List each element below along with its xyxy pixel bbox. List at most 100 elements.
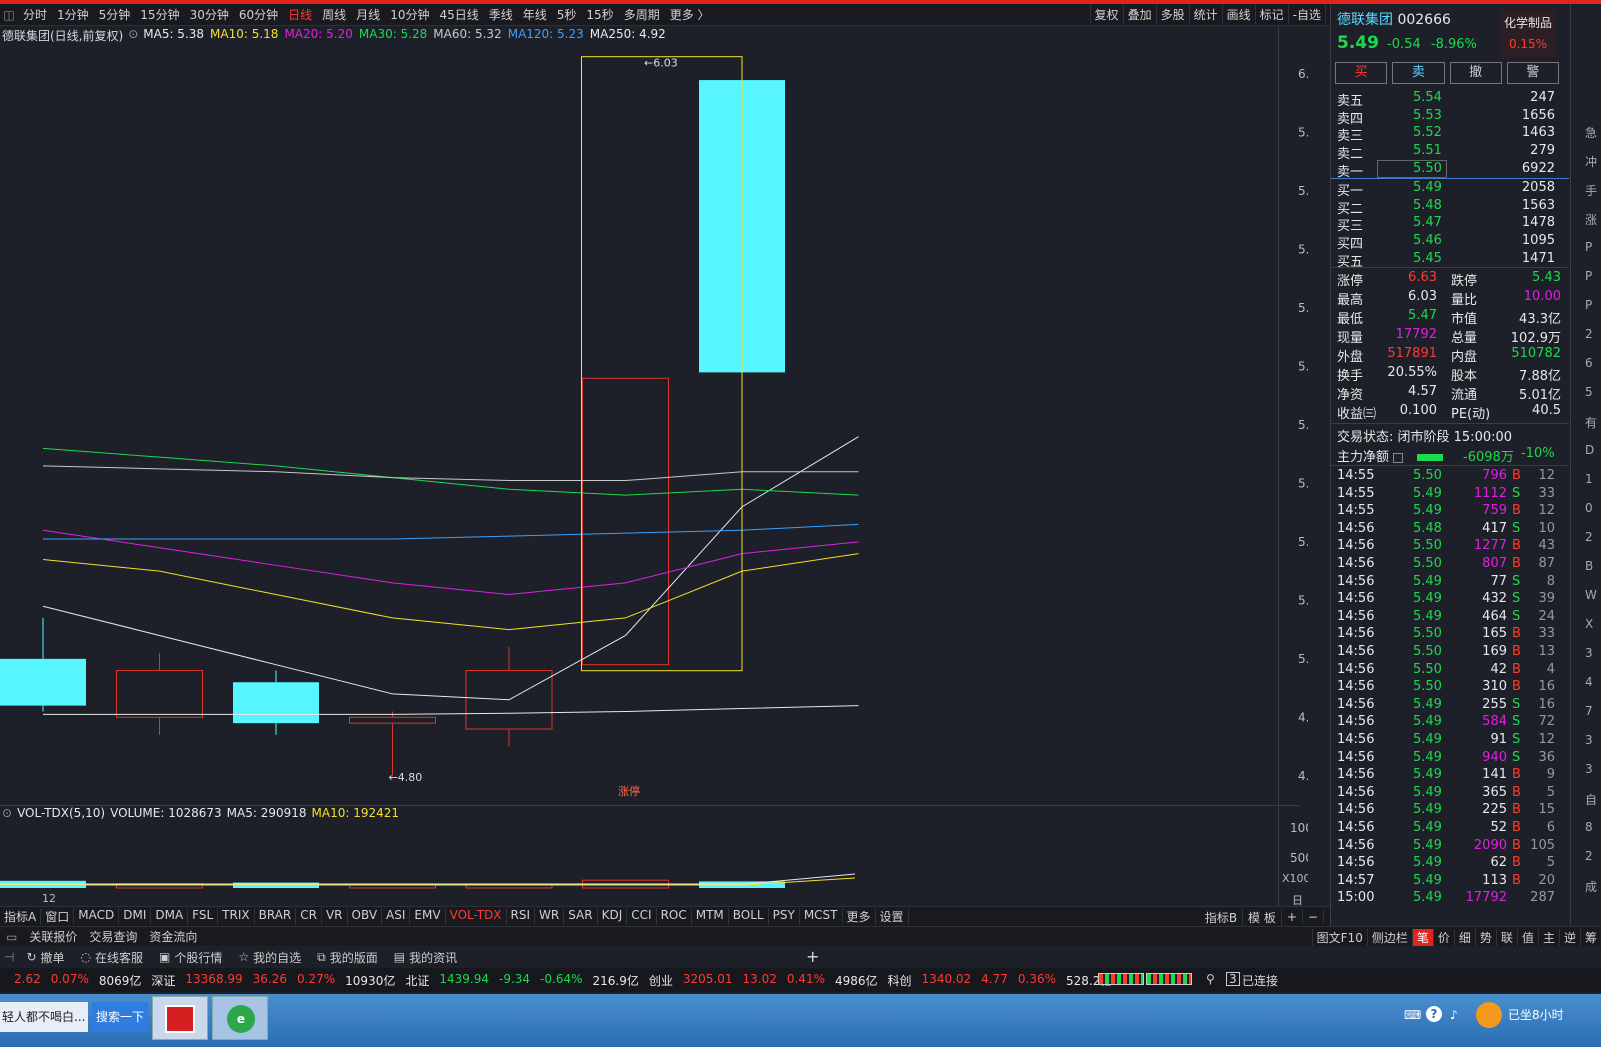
volume-settings-icon[interactable]: ⊙ [2,806,12,822]
period-tab[interactable]: 5秒 [552,6,582,23]
trading-app-taskbar-icon[interactable] [152,996,208,1040]
side-tab[interactable]: 笔 [1411,928,1433,946]
trade-button[interactable]: 卖 [1392,62,1445,84]
chart-tool-button[interactable]: 复权 [1089,4,1123,26]
indicator-tab[interactable]: FSL [188,908,219,925]
period-tab[interactable]: 月线 [351,6,385,23]
indicator-tab[interactable]: BRAR [255,908,297,925]
indicator-tab[interactable]: VOL-TDX [446,908,507,925]
bottom-tab[interactable]: 交易查询 [83,928,143,945]
period-tab[interactable]: 60分钟 [234,6,283,23]
side-tab[interactable]: 联 [1495,928,1517,946]
indicator-tab[interactable]: SAR [564,908,598,925]
period-tab[interactable]: 年线 [518,6,552,23]
indicator-tab[interactable]: DMI [119,908,152,925]
help-icon[interactable]: ? [1426,1006,1442,1022]
keyboard-icon[interactable]: ⌨ [1404,1008,1421,1022]
indicator-tab[interactable]: RSI [507,908,536,925]
indicator-tab[interactable]: DMA [151,908,189,925]
indicator-tab[interactable]: TRIX [218,908,255,925]
function-button[interactable]: ⧉ 我的版面 [309,949,386,966]
chart-tool-button[interactable]: 画线 [1221,4,1255,26]
indicator-tab[interactable]: MTM [692,908,729,925]
function-button[interactable]: ◌ 在线客服 [73,949,152,966]
collapse-icon[interactable]: ◫ [0,8,18,22]
period-tab[interactable]: 分时 [18,6,52,23]
indicator-tab[interactable]: BOLL [729,908,769,925]
indicator-tab[interactable]: EMV [410,908,446,925]
trade-button[interactable]: 警 [1506,62,1559,84]
chart-tool-button[interactable]: 统计 [1188,4,1222,26]
period-tab[interactable]: 5分钟 [94,6,136,23]
indicator-tab[interactable]: VR [322,908,348,925]
indicator-tab[interactable]: CR [296,908,322,925]
period-tab[interactable]: 30分钟 [185,6,234,23]
book-level[interactable]: 买三 5.47 1478 [1337,215,1555,234]
book-level[interactable]: 卖四 5.53 1656 [1337,108,1555,127]
indicator-tool[interactable]: + [1282,910,1303,924]
function-button[interactable]: ☆ 我的自选 [230,949,309,966]
side-tab[interactable]: 细 [1453,928,1475,946]
chart-tool-button[interactable]: 标记 [1254,4,1288,26]
function-button[interactable]: ↻ 撤单 [18,949,72,966]
search-button[interactable]: 搜索一下 [92,1002,148,1032]
book-level[interactable]: 卖五 5.54 247 [1337,90,1555,109]
browser-taskbar-icon[interactable]: e [212,996,268,1040]
side-tab[interactable]: 主 [1537,928,1559,946]
side-tab[interactable]: 值 [1516,928,1538,946]
chart-tool-button[interactable]: 多股 [1155,4,1189,26]
indicator-tab[interactable]: MACD [74,908,120,925]
add-icon[interactable]: + [806,947,819,966]
indicator-tab[interactable]: CCI [627,908,657,925]
side-tab[interactable]: 价 [1432,928,1454,946]
period-tab[interactable]: 更多 〉 [665,6,715,23]
indicator-tab[interactable]: OBV [348,908,383,925]
indicator-tool[interactable]: − [1303,910,1324,924]
period-tab[interactable]: 日线 [283,6,317,23]
period-tab[interactable]: 多周期 [619,6,665,23]
indicator-tab[interactable]: MCST [800,908,843,925]
period-tab[interactable]: 15秒 [581,6,618,23]
book-level[interactable]: 卖一 5.50 6922 [1337,159,1555,180]
period-tab[interactable]: 10分钟 [385,6,434,23]
avatar[interactable] [1476,1002,1502,1028]
book-level[interactable]: 买四 5.46 1095 [1337,233,1555,252]
indicator-tab[interactable]: 窗口 [41,908,75,925]
volume-icon[interactable]: ♪ [1450,1008,1458,1022]
period-tab[interactable]: 45日线 [434,6,483,23]
indicator-tool[interactable]: 指标B [1200,908,1244,926]
side-tab[interactable]: 逆 [1558,928,1580,946]
indicator-tool[interactable]: 模 板 [1243,908,1282,926]
side-tab[interactable]: 侧边栏 [1366,928,1412,946]
book-level[interactable]: 卖三 5.52 1463 [1337,125,1555,144]
period-tab[interactable]: 季线 [484,6,518,23]
browser-tab[interactable]: 轻人都不喝白... [0,1002,88,1032]
volume-chart[interactable]: 10000 5000 X100 [0,821,1328,892]
indicator-tab[interactable]: ASI [382,908,411,925]
main-flow-icon[interactable] [1393,452,1404,463]
book-level[interactable]: 卖二 5.51 279 [1337,143,1555,162]
chart-tool-button[interactable]: -自选 [1287,4,1325,26]
function-button[interactable]: ▣ 个股行情 [151,949,230,966]
indicator-tab[interactable]: ROC [657,908,692,925]
indicator-tab[interactable]: KDJ [598,908,628,925]
indicator-tab[interactable]: 更多 [843,908,876,925]
bottom-tab[interactable]: 关联报价 [23,928,83,945]
side-tab[interactable]: 筹 [1579,928,1601,946]
period-tab[interactable]: 15分钟 [135,6,184,23]
book-level[interactable]: 买二 5.48 1563 [1337,198,1555,217]
indicator-tab[interactable]: WR [535,908,565,925]
period-tab[interactable]: 1分钟 [52,6,94,23]
side-tab[interactable]: 势 [1474,928,1496,946]
function-button[interactable]: ▤ 我的资讯 [386,949,465,966]
trade-button[interactable]: 买 [1335,62,1388,84]
panel-toggle-icon[interactable]: ▭ [0,930,23,944]
indicator-tab[interactable]: PSY [769,908,800,925]
bottom-tab[interactable]: 资金流向 [143,928,203,945]
book-level[interactable]: 买一 5.49 2058 [1337,180,1555,199]
indicator-tab[interactable]: 设置 [876,908,909,925]
indicator-tab[interactable]: 指标A [0,908,42,925]
period-tab[interactable]: 周线 [317,6,351,23]
kline-chart[interactable]: 6.00 5.90 5.80 5.70 5.60 5.50 5.40 5.30 5.20 5.10… [0,28,1325,805]
trade-button[interactable]: 撤 [1449,62,1502,84]
